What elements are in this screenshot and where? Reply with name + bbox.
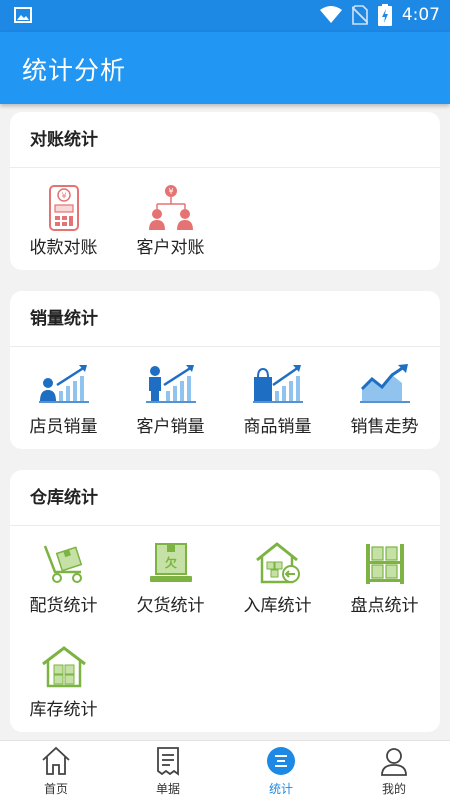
tab-me[interactable]: 我的 <box>338 741 450 800</box>
backorder-item[interactable]: 欠 欠货统计 <box>117 526 224 626</box>
product-sales-icon <box>252 365 303 403</box>
reconcile-customer-label: 客户对账 <box>136 238 205 258</box>
bottom-tab-bar: 首页 单据 统计 我的 <box>0 740 450 800</box>
clerk-sales-icon <box>38 365 89 403</box>
stock-item[interactable]: 库存统计 <box>10 630 117 730</box>
status-bar: 4:07 <box>0 0 450 32</box>
tab-home-label: 首页 <box>43 782 68 796</box>
clerk-sales-item[interactable]: 店员销量 <box>10 347 117 447</box>
no-sim-icon <box>351 5 368 25</box>
product-sales-item[interactable]: 商品销量 <box>224 347 331 447</box>
distribution-icon <box>43 545 82 583</box>
stock-label: 库存统计 <box>29 700 98 720</box>
customer-reconcile-icon: ¥ <box>148 185 193 230</box>
image-icon <box>14 7 32 23</box>
tab-stats-label: 统计 <box>268 782 293 796</box>
home-icon <box>42 746 70 775</box>
reconcile-payment-item[interactable]: ¥ 收款对账 <box>10 168 117 268</box>
tab-home[interactable]: 首页 <box>0 741 112 800</box>
page-title: 统计分析 <box>22 56 127 85</box>
reconcile-customer-item[interactable]: ¥ 客户对账 <box>117 168 224 268</box>
tab-documents-label: 单据 <box>155 782 180 796</box>
section-title-reconciliation: 对账统计 <box>10 112 440 168</box>
inventory-check-label: 盘点统计 <box>350 596 419 616</box>
sales-trend-icon <box>359 364 410 403</box>
tab-me-label: 我的 <box>381 782 406 796</box>
inbound-item[interactable]: 入库统计 <box>224 526 331 626</box>
product-sales-label: 商品销量 <box>243 417 312 437</box>
inbound-label: 入库统计 <box>243 596 312 616</box>
inventory-check-icon <box>365 544 404 584</box>
distribution-item[interactable]: 配货统计 <box>10 526 117 626</box>
svg-text:欠: 欠 <box>164 555 176 570</box>
stats-icon <box>267 747 295 775</box>
clerk-sales-label: 店员销量 <box>29 417 98 437</box>
sales-card: 销量统计 店员销量 客户销量 商品销量 销售走势 <box>10 291 440 449</box>
reconciliation-card: 对账统计 ¥ 收款对账 ¥ 客户对账 <box>10 112 440 270</box>
wifi-icon <box>319 6 342 23</box>
customer-sales-label: 客户销量 <box>136 417 205 437</box>
svg-text:¥: ¥ <box>168 187 173 196</box>
inbound-icon <box>255 542 300 584</box>
svg-text:¥: ¥ <box>61 192 66 201</box>
sales-trend-label: 销售走势 <box>350 417 419 437</box>
battery-charging-icon <box>377 4 392 26</box>
user-icon <box>381 748 407 776</box>
backorder-label: 欠货统计 <box>136 596 205 616</box>
reconcile-payment-label: 收款对账 <box>29 238 98 258</box>
sales-trend-item[interactable]: 销售走势 <box>331 347 438 447</box>
tab-stats[interactable]: 统计 <box>225 741 337 800</box>
tab-documents[interactable]: 单据 <box>112 741 224 800</box>
backorder-icon: 欠 <box>149 543 192 582</box>
section-title-warehouse: 仓库统计 <box>10 470 440 526</box>
distribution-label: 配货统计 <box>29 596 98 616</box>
stock-icon <box>41 646 86 688</box>
customer-sales-item[interactable]: 客户销量 <box>117 347 224 447</box>
app-bar: 统计分析 <box>0 32 450 104</box>
section-title-sales: 销量统计 <box>10 291 440 347</box>
payment-reconcile-icon: ¥ <box>48 185 79 231</box>
document-icon <box>157 747 179 776</box>
status-time: 4:07 <box>401 5 440 25</box>
customer-sales-icon <box>145 365 196 403</box>
warehouse-card: 仓库统计 配货统计 欠 欠货统计 入库统计 盘点统计 库存统计 <box>10 470 440 732</box>
inventory-check-item[interactable]: 盘点统计 <box>331 526 438 626</box>
